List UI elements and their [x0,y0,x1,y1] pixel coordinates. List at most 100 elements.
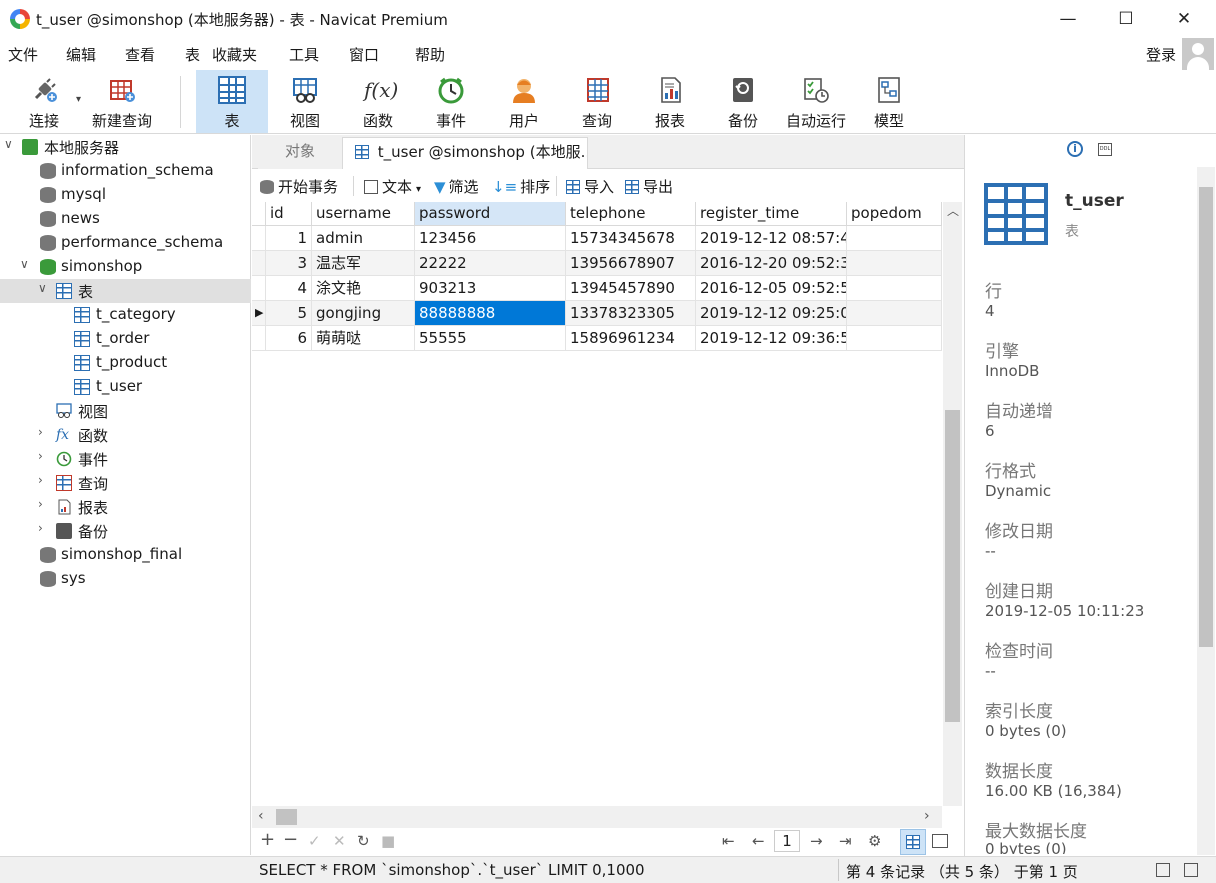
table-cell[interactable]: gongjing [312,301,415,326]
settings-gear-icon[interactable]: ⚙ [868,832,881,850]
info-icon[interactable]: i [1067,141,1083,157]
table-cell[interactable] [847,301,942,326]
column-header[interactable]: id [266,202,312,226]
menu-file[interactable]: 文件 [8,44,38,65]
chevron-down-icon[interactable]: ∨ [38,281,47,295]
tree-item-local-server[interactable]: ∨ 本地服务器 [0,135,251,159]
table-cell[interactable]: 903213 [415,276,566,301]
page-number-input[interactable]: 1 [774,830,800,852]
scrollbar-thumb[interactable] [945,410,960,722]
prev-page-button[interactable]: ← [752,832,765,850]
tree-item-database[interactable]: mysql [0,183,251,207]
delete-record-button[interactable]: − [283,829,298,850]
scroll-up-icon[interactable]: ︿ [947,202,959,219]
layout-toggle-icon[interactable] [1156,863,1170,877]
menu-view[interactable]: 查看 [125,44,155,65]
begin-transaction-button[interactable]: 开始事务 [260,176,338,197]
events-button[interactable]: 事件 [415,70,487,133]
reports-button[interactable]: 报表 [634,70,706,133]
column-header[interactable]: popedom [847,202,942,226]
scroll-left-icon[interactable]: ‹ [258,808,264,824]
tree-item-database[interactable]: news [0,207,251,231]
automation-button[interactable]: 自动运行 [780,70,852,133]
sort-button[interactable]: ↓≡ 排序 [492,176,550,197]
column-header[interactable]: username [312,202,415,226]
users-button[interactable]: 用户 [488,70,560,133]
current-row-indicator-icon[interactable]: ▶ [252,301,266,326]
queries-button[interactable]: 查询 [561,70,633,133]
export-button[interactable]: 导出 [625,176,673,197]
tree-item-database[interactable]: sys [0,567,251,591]
tree-item-database-simonshop[interactable]: ∨ simonshop [0,255,251,279]
tree-item-backups[interactable]: › 备份 [0,519,251,543]
grid-view-button[interactable] [900,829,926,855]
row-selector[interactable] [252,326,266,351]
add-record-button[interactable]: + [260,829,275,850]
column-header[interactable]: register_time [696,202,847,226]
table-cell[interactable]: 13956678907 [566,251,696,276]
chevron-down-icon[interactable]: ∨ [20,257,29,271]
table-cell[interactable]: 涂文艳 [312,276,415,301]
apply-changes-button[interactable]: ✓ [308,832,321,850]
tree-item-events[interactable]: › 事件 [0,447,251,471]
functions-button[interactable]: f(x) 函数 [342,70,414,133]
table-cell[interactable]: 3 [266,251,312,276]
scrollbar-thumb[interactable] [1199,187,1213,647]
menu-help[interactable]: 帮助 [415,44,445,65]
text-button[interactable]: 文本 ▾ [364,176,421,197]
tree-item-tables[interactable]: ∨ 表 [0,279,251,303]
chevron-right-icon[interactable]: › [38,473,43,487]
user-avatar[interactable] [1182,38,1214,70]
tab-t-user[interactable]: t_user @simonshop (本地服... [342,137,588,169]
minimize-button[interactable]: — [1040,0,1096,38]
menu-tools[interactable]: 工具 [289,44,319,65]
chevron-down-icon[interactable]: ∨ [4,137,13,151]
ddl-icon[interactable]: DDL [1098,143,1112,156]
table-cell[interactable]: 123456 [415,226,566,251]
maximize-button[interactable]: ☐ [1098,0,1154,38]
connect-button[interactable]: 连接 [8,70,80,133]
tab-objects[interactable]: 对象 [258,137,342,169]
first-page-button[interactable]: ⇤ [722,832,735,850]
table-cell[interactable]: 15734345678 [566,226,696,251]
chevron-right-icon[interactable]: › [38,425,43,439]
chevron-right-icon[interactable]: › [38,521,43,535]
connect-dropdown-arrow-icon[interactable]: ▾ [76,94,81,105]
table-cell[interactable]: 15896961234 [566,326,696,351]
row-selector[interactable] [252,276,266,301]
model-button[interactable]: 模型 [853,70,925,133]
table-cell[interactable]: 2019-12-12 08:57:41 [696,226,847,251]
layout-toggle-icon[interactable] [1184,863,1198,877]
table-cell[interactable] [847,326,942,351]
login-link[interactable]: 登录 [1146,44,1176,65]
tree-item-database[interactable]: information_schema [0,159,251,183]
table-cell[interactable]: 5 [266,301,312,326]
table-cell[interactable]: 2016-12-05 09:52:56 [696,276,847,301]
table-cell[interactable]: 22222 [415,251,566,276]
close-button[interactable]: ✕ [1156,0,1212,38]
tables-button[interactable]: 表 [196,70,268,133]
scrollbar-thumb[interactable] [276,809,297,825]
refresh-button[interactable]: ↻ [357,832,370,850]
last-page-button[interactable]: ⇥ [839,832,852,850]
backup-button[interactable]: 备份 [707,70,779,133]
tree-item-table[interactable]: t_user [0,375,251,399]
row-selector[interactable] [252,251,266,276]
menu-window[interactable]: 窗口 [349,44,379,65]
table-cell[interactable]: 6 [266,326,312,351]
stop-button[interactable]: ■ [381,832,395,850]
tree-item-queries[interactable]: › 查询 [0,471,251,495]
table-cell[interactable]: 4 [266,276,312,301]
tree-item-table[interactable]: t_order [0,327,251,351]
import-button[interactable]: 导入 [566,176,614,197]
selected-cell[interactable]: 88888888 [415,301,566,326]
next-page-button[interactable]: → [810,832,823,850]
tree-item-database[interactable]: performance_schema [0,231,251,255]
new-query-button[interactable]: 新建查询 [86,70,158,133]
table-cell[interactable] [847,226,942,251]
data-grid[interactable]: id username password telephone register_… [252,202,942,806]
grid-horizontal-scrollbar[interactable]: ‹ › [252,806,942,828]
menu-edit[interactable]: 编辑 [66,44,96,65]
row-selector[interactable] [252,226,266,251]
table-cell[interactable]: 温志军 [312,251,415,276]
